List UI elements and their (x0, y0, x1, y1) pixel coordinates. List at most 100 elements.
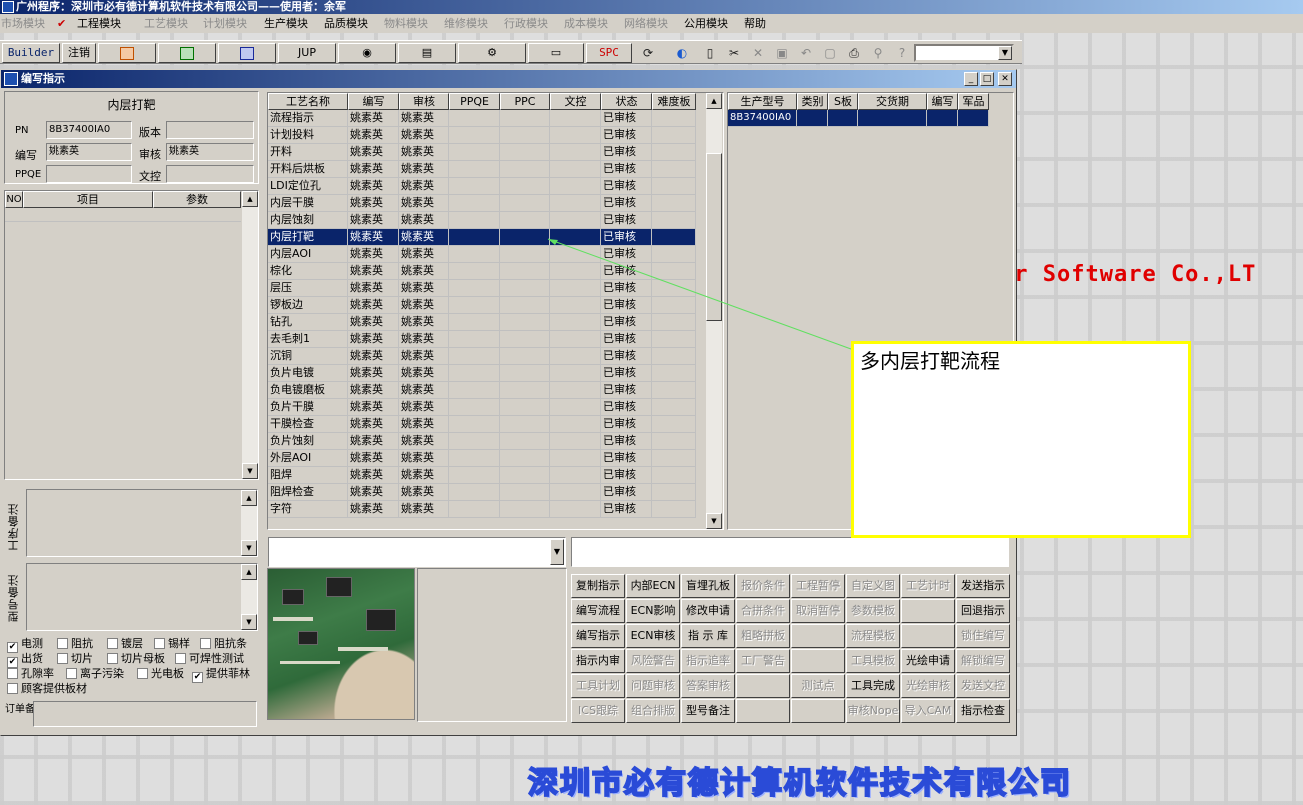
action-button[interactable]: 解锁编写 (956, 649, 1010, 673)
table-cell[interactable] (652, 501, 696, 518)
table-cell[interactable]: 干膜检查 (268, 416, 348, 433)
checkbox-option[interactable]: 阻抗条 (200, 637, 247, 650)
action-button[interactable] (791, 649, 845, 673)
table-cell[interactable] (449, 416, 500, 433)
table-cell[interactable]: 内层蚀刻 (268, 212, 348, 229)
table-cell[interactable]: 字符 (268, 501, 348, 518)
table-cell[interactable] (500, 280, 550, 297)
table-cell[interactable] (500, 399, 550, 416)
table-cell[interactable]: 姚素英 (348, 161, 399, 178)
table-cell[interactable]: 姚素英 (348, 399, 399, 416)
order-note-field[interactable] (33, 701, 257, 727)
table-row[interactable]: LDI定位孔 姚素英 姚素英 已审核 (268, 178, 696, 195)
table-cell[interactable] (449, 110, 500, 127)
table-cell[interactable]: 姚素英 (348, 331, 399, 348)
checkbox-option[interactable]: 切片 (57, 652, 93, 665)
table-cell[interactable] (449, 467, 500, 484)
table-row[interactable]: 开料 姚素英 姚素英 已审核 (268, 144, 696, 161)
action-button[interactable]: 工艺计时 (901, 574, 955, 598)
note-input[interactable] (571, 537, 1009, 567)
process-header-cell[interactable]: 文控 (550, 93, 601, 110)
scroll-thumb[interactable] (706, 153, 722, 321)
table-cell[interactable]: 已审核 (601, 161, 652, 178)
table-cell[interactable] (797, 110, 828, 127)
table-cell[interactable] (652, 433, 696, 450)
action-button[interactable]: 光绘审核 (901, 674, 955, 698)
menu-plan[interactable]: 计划模块 (203, 14, 247, 33)
action-button[interactable]: 指示检查 (956, 699, 1010, 723)
model-header-cell[interactable]: 类别 (797, 93, 828, 110)
excel-button[interactable] (158, 43, 216, 63)
checkbox-empty-icon[interactable] (175, 653, 186, 664)
process-combo[interactable]: ▼ (268, 537, 566, 567)
table-cell[interactable]: 已审核 (601, 127, 652, 144)
table-cell[interactable]: 姚素英 (348, 178, 399, 195)
table-row[interactable]: 计划投料 姚素英 姚素英 已审核 (268, 127, 696, 144)
checkbox-empty-icon[interactable] (57, 638, 68, 649)
table-cell[interactable]: 已审核 (601, 110, 652, 127)
table-cell[interactable]: 已审核 (601, 365, 652, 382)
table-cell[interactable]: 去毛刺1 (268, 331, 348, 348)
browser-icon[interactable]: ◐ (672, 43, 692, 63)
table-cell[interactable] (652, 144, 696, 161)
checkbox-empty-icon[interactable] (137, 668, 148, 679)
table-cell[interactable] (449, 331, 500, 348)
checkbox-empty-icon[interactable] (200, 638, 211, 649)
table-cell[interactable]: 姚素英 (348, 382, 399, 399)
scroll-down-icon[interactable]: ▼ (241, 614, 257, 630)
table-cell[interactable]: 已审核 (601, 501, 652, 518)
menu-engineering[interactable]: 工程模块 (77, 14, 121, 33)
model-note-scrollbar[interactable]: ▲ ▼ (241, 564, 257, 630)
table-cell[interactable] (500, 297, 550, 314)
action-button[interactable]: 参数模板 (846, 599, 900, 623)
table-cell[interactable] (449, 501, 500, 518)
scroll-up-icon[interactable]: ▲ (241, 490, 257, 506)
action-button[interactable]: 风险警告 (626, 649, 680, 673)
table-cell[interactable]: 姚素英 (399, 399, 449, 416)
jup-button[interactable]: JUP (278, 43, 336, 63)
table-cell[interactable]: 姚素英 (399, 229, 449, 246)
table-cell[interactable]: 负片蚀刻 (268, 433, 348, 450)
computer-button[interactable]: ▭ (528, 43, 584, 63)
network-button[interactable]: ⚙ (458, 43, 526, 63)
table-cell[interactable]: 锣板边 (268, 297, 348, 314)
table-cell[interactable] (652, 263, 696, 280)
table-cell[interactable] (500, 501, 550, 518)
table-cell[interactable]: 姚素英 (399, 348, 449, 365)
maximize-icon[interactable]: □ (980, 72, 994, 86)
table-cell[interactable] (550, 450, 601, 467)
table-cell[interactable] (652, 127, 696, 144)
table-cell[interactable] (858, 110, 927, 127)
process-header-cell[interactable]: 难度板 (652, 93, 696, 110)
table-cell[interactable] (550, 280, 601, 297)
table-cell[interactable] (500, 331, 550, 348)
action-button[interactable]: 审核Nope (846, 699, 900, 723)
checkbox-option[interactable]: 镀层 (107, 637, 143, 650)
table-cell[interactable]: 已审核 (601, 399, 652, 416)
checkbox-option[interactable]: 离子污染 (66, 667, 124, 680)
minimize-icon[interactable]: _ (964, 72, 978, 86)
table-cell[interactable] (927, 110, 958, 127)
table-row[interactable]: 内层AOI 姚素英 姚素英 已审核 (268, 246, 696, 263)
action-button[interactable]: 问题审核 (626, 674, 680, 698)
find-icon[interactable]: ⚲ (868, 43, 888, 63)
table-cell[interactable]: 姚素英 (399, 433, 449, 450)
process-header-cell[interactable]: 状态 (601, 93, 652, 110)
powerpoint-button[interactable] (98, 43, 156, 63)
model-note-memo[interactable]: ▲ ▼ (26, 563, 258, 631)
checkbox-empty-icon[interactable] (57, 653, 68, 664)
table-cell[interactable]: 层压 (268, 280, 348, 297)
table-row[interactable]: 钻孔 姚素英 姚素英 已审核 (268, 314, 696, 331)
table-cell[interactable]: 姚素英 (348, 365, 399, 382)
table-cell[interactable] (500, 161, 550, 178)
action-button[interactable] (736, 699, 790, 723)
table-cell[interactable]: 已审核 (601, 195, 652, 212)
param-scrollbar[interactable]: ▲ ▼ (242, 191, 258, 479)
table-cell[interactable] (652, 484, 696, 501)
table-cell[interactable] (500, 467, 550, 484)
table-cell[interactable]: 姚素英 (399, 212, 449, 229)
action-button[interactable]: 锁住编写 (956, 624, 1010, 648)
table-cell[interactable] (652, 467, 696, 484)
checkbox-option[interactable]: 锡样 (154, 637, 190, 650)
table-cell[interactable]: 姚素英 (399, 297, 449, 314)
